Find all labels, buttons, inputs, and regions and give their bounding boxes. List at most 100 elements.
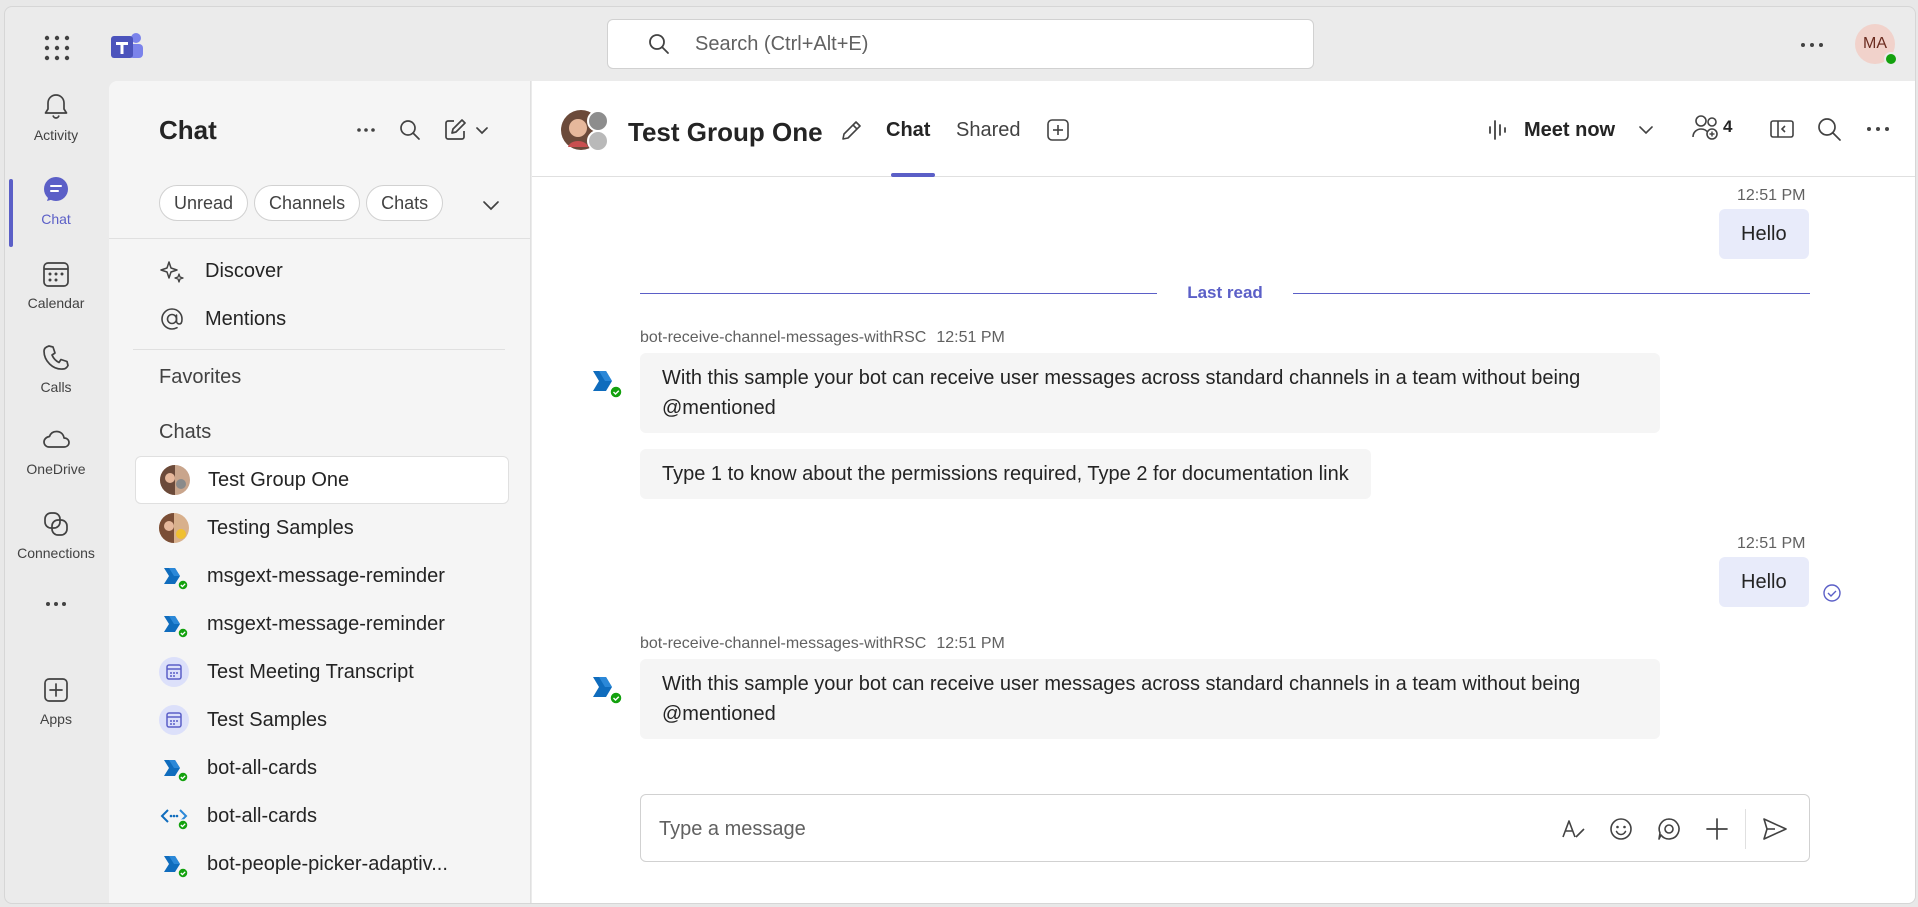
bot-message-bubble[interactable]: With this sample your bot can receive us… <box>640 353 1660 433</box>
chat-item-msgext-message-reminder[interactable]: msgext-message-reminder <box>135 552 509 600</box>
compose-box <box>640 794 1810 862</box>
connections-icon <box>44 512 68 536</box>
rail-label-connections: Connections <box>17 545 95 561</box>
chat-list-more-button[interactable] <box>351 115 381 145</box>
my-message-bubble[interactable]: Hello <box>1719 209 1809 259</box>
chat-item-name: bot-people-picker-adaptiv... <box>207 852 448 875</box>
nav-discover-label: Discover <box>205 259 283 282</box>
sparkle-icon <box>160 261 184 283</box>
chat-item-name: msgext-message-reminder <box>207 612 445 635</box>
message-timestamp: 12:51 PM <box>936 635 1005 652</box>
filter-channels[interactable]: Channels <box>254 185 361 221</box>
message-input[interactable] <box>659 813 1519 845</box>
rail-item-calls[interactable]: Calls <box>5 333 107 405</box>
loop-component-icon[interactable] <box>1655 815 1683 843</box>
favorites-section-label[interactable]: Favorites <box>159 366 241 389</box>
chat-item-msgext-message-reminder-2[interactable]: msgext-message-reminder <box>135 600 509 648</box>
more-horizontal-icon[interactable] <box>1864 115 1892 143</box>
meeting-calendar-icon <box>159 657 189 687</box>
conversation-pane: Test Group One Chat Shared Meet now 4 12… <box>532 81 1915 903</box>
bot-message-bubble[interactable]: Type 1 to know about the permissions req… <box>640 449 1371 499</box>
chat-item-test-samples[interactable]: Test Samples <box>135 696 509 744</box>
rail-item-chat[interactable]: Chat <box>5 165 107 237</box>
add-tab-icon[interactable] <box>1045 117 1071 143</box>
last-read-divider: Last read <box>640 281 1810 305</box>
format-icon[interactable] <box>1559 815 1587 843</box>
rail-item-more[interactable] <box>5 579 107 651</box>
rail-item-activity[interactable]: Activity <box>5 81 107 153</box>
rail-label-onedrive: OneDrive <box>26 461 86 477</box>
teams-window: Search (Ctrl+Alt+E) MA Activity Chat Cal… <box>4 6 1916 904</box>
conversation-header: Test Group One Chat Shared Meet now 4 <box>532 81 1915 177</box>
settings-more-icon[interactable] <box>1797 33 1827 57</box>
pop-out-panel-icon[interactable] <box>1768 115 1796 143</box>
more-horizontal-icon <box>46 602 66 606</box>
calendar-icon <box>43 262 69 287</box>
chat-list-pane: Chat Unread Channels Chats Discover Ment… <box>109 81 531 903</box>
chat-item-test-group-one[interactable]: Test Group One <box>135 456 509 504</box>
pencil-icon[interactable] <box>837 117 865 145</box>
user-initials: MA <box>1863 35 1887 52</box>
search-placeholder: Search (Ctrl+Alt+E) <box>695 32 869 55</box>
chat-item-bot-people-picker[interactable]: bot-people-picker-adaptiv... <box>135 840 509 888</box>
nav-discover[interactable]: Discover <box>159 253 283 289</box>
group-avatar-icon[interactable] <box>560 107 610 153</box>
group-avatar-icon <box>159 513 189 543</box>
bot-avatar-icon <box>164 616 189 639</box>
code-bot-avatar-icon <box>160 809 189 831</box>
chat-item-name: bot-all-cards <box>207 756 318 779</box>
tab-chat[interactable]: Chat <box>886 119 930 142</box>
chat-item-bot-all-cards-2[interactable]: bot-all-cards <box>135 792 509 840</box>
search-bar[interactable]: Search (Ctrl+Alt+E) <box>607 19 1314 69</box>
chevron-down-icon <box>476 127 488 135</box>
nav-mentions[interactable]: Mentions <box>159 301 286 337</box>
emoji-icon[interactable] <box>1607 815 1635 843</box>
bot-avatar-icon <box>164 760 189 783</box>
tab-shared[interactable]: Shared <box>956 119 1021 142</box>
sender-name: bot-receive-channel-messages-withRSC <box>640 635 927 652</box>
title-bar: Search (Ctrl+Alt+E) MA <box>5 7 1915 81</box>
search-icon[interactable] <box>1815 115 1843 143</box>
app-launcher-icon[interactable] <box>43 34 71 62</box>
add-icon[interactable] <box>1703 815 1731 843</box>
message-timestamp: 12:51 PM <box>1737 535 1806 552</box>
add-app-icon <box>44 678 68 702</box>
participants-button[interactable]: 4 <box>1691 113 1732 141</box>
sender-name: bot-receive-channel-messages-withRSC <box>640 329 927 346</box>
bot-avatar-icon <box>164 568 189 591</box>
chevron-down-icon[interactable] <box>479 193 503 217</box>
message-sender-line: bot-receive-channel-messages-withRSC 12:5… <box>640 329 1005 347</box>
meet-now-button[interactable]: Meet now <box>1488 113 1655 147</box>
my-message-bubble[interactable]: Hello <box>1719 557 1809 607</box>
waveform-icon <box>1489 120 1506 140</box>
chat-item-test-meeting-transcript[interactable]: Test Meeting Transcript <box>135 648 509 696</box>
phone-icon <box>43 345 69 370</box>
send-icon[interactable] <box>1761 815 1789 843</box>
chats-section-label[interactable]: Chats <box>159 421 211 444</box>
bot-message-bubble[interactable]: With this sample your bot can receive us… <box>640 659 1660 739</box>
rail-item-apps[interactable]: Apps <box>5 665 107 737</box>
bell-icon <box>44 94 68 119</box>
at-icon <box>161 308 183 330</box>
filter-unread[interactable]: Unread <box>159 185 249 221</box>
new-chat-button[interactable] <box>439 115 493 145</box>
user-avatar[interactable]: MA <box>1855 24 1898 66</box>
chat-item-name: Testing Samples <box>207 516 354 539</box>
bot-avatar-icon[interactable] <box>590 671 624 705</box>
chevron-down-icon[interactable] <box>1637 121 1655 139</box>
bot-avatar-icon[interactable] <box>590 365 624 399</box>
chat-item-bot-all-cards[interactable]: bot-all-cards <box>135 744 509 792</box>
filter-chats[interactable]: Chats <box>366 185 444 221</box>
rail-item-onedrive[interactable]: OneDrive <box>5 415 107 487</box>
app-rail: Activity Chat Calendar Calls OneDrive Co… <box>5 81 107 903</box>
chat-filters: Unread Channels Chats <box>159 185 444 221</box>
rail-item-calendar[interactable]: Calendar <box>5 249 107 321</box>
rail-label-calls: Calls <box>40 379 72 395</box>
rail-label-chat: Chat <box>41 211 71 227</box>
chat-list-title: Chat <box>159 115 217 145</box>
rail-item-connections[interactable]: Connections <box>5 499 107 571</box>
divider <box>1293 293 1810 294</box>
group-avatar-icon <box>160 465 190 495</box>
chat-list-search-button[interactable] <box>395 115 425 145</box>
chat-item-testing-samples[interactable]: Testing Samples <box>135 504 509 552</box>
